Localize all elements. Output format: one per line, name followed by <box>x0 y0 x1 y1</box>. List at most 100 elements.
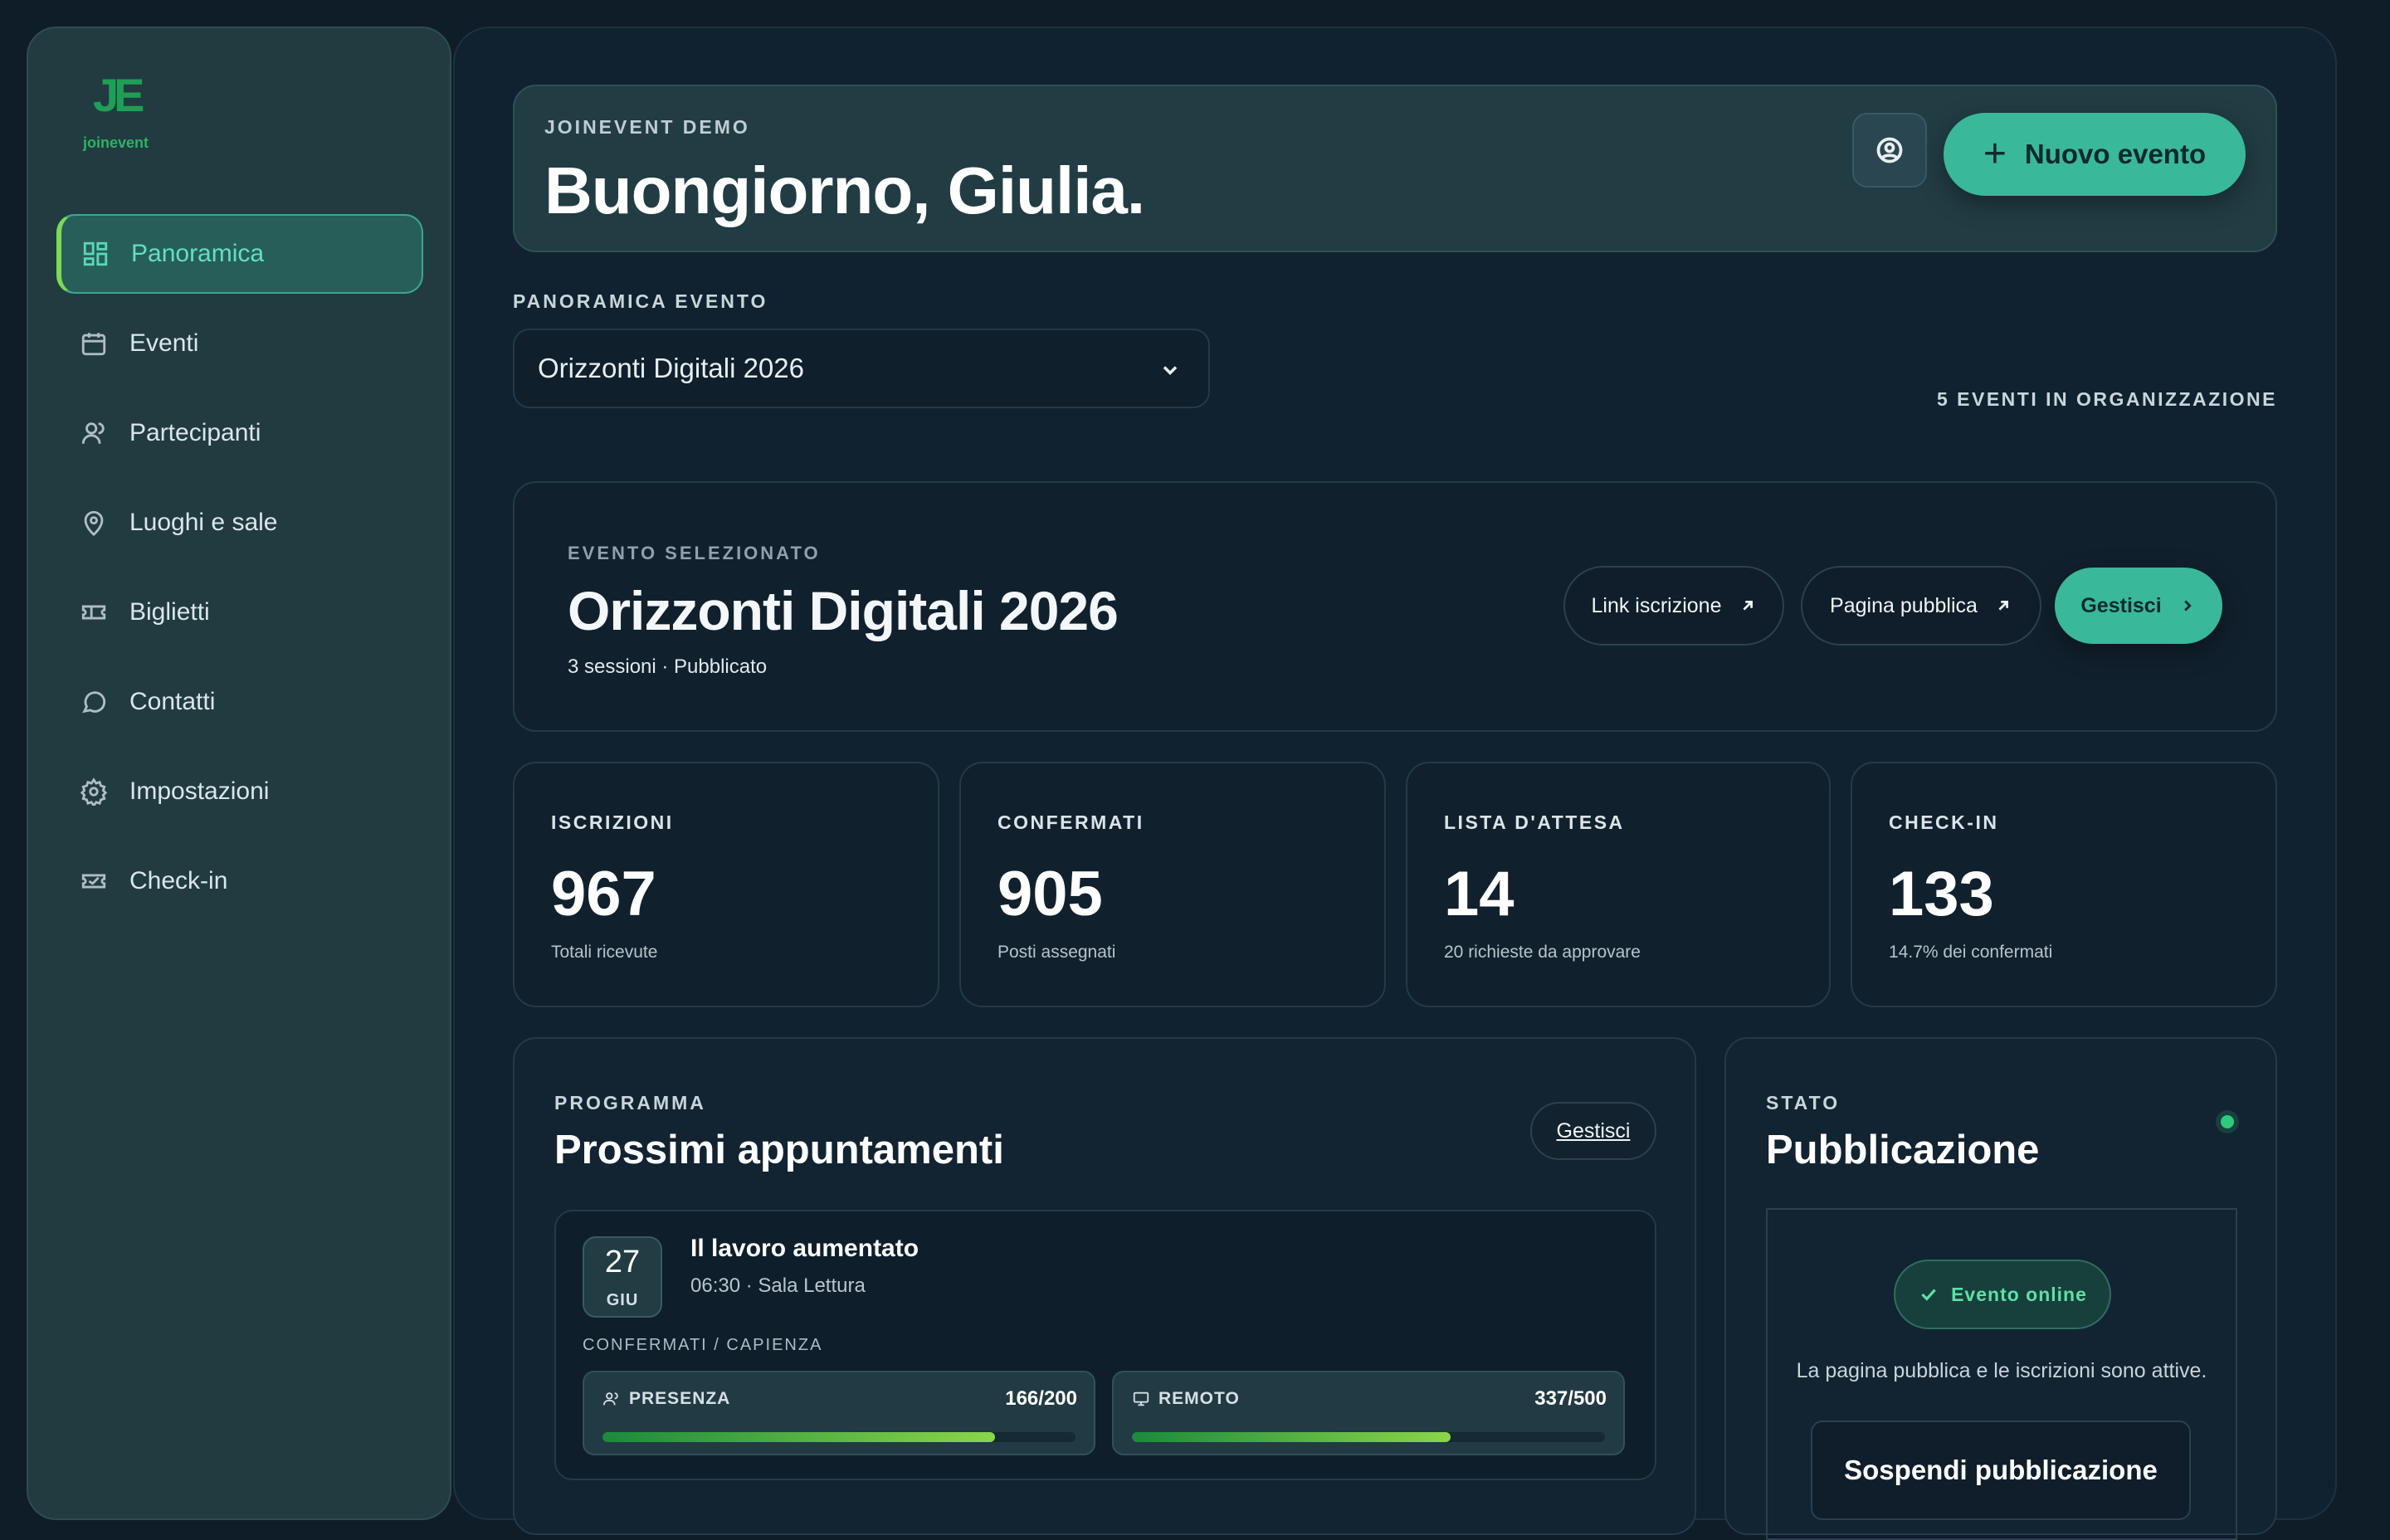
presence-label-wrap: PRESENZA <box>602 1389 730 1409</box>
stat-sub: Totali ricevute <box>551 943 658 962</box>
stat-card-lista-attesa: LISTA D'ATTESA 14 20 richieste da approv… <box>1406 762 1831 1007</box>
remote-label: REMOTO <box>1158 1389 1240 1408</box>
arrow-up-right-icon <box>1998 601 2008 611</box>
profile-button[interactable] <box>1852 113 1927 188</box>
program-manage-link[interactable]: Gestisci <box>1530 1102 1656 1160</box>
sidebar-item-label: Biglietti <box>129 598 210 626</box>
event-select[interactable]: Orizzonti Digitali 2026 <box>513 329 1210 408</box>
stat-sub: 14.7% dei confermati <box>1889 943 2053 962</box>
stat-card-iscrizioni: ISCRIZIONI 967 Totali ricevute <box>513 762 939 1007</box>
user-circle-icon <box>1876 137 1903 163</box>
gear-icon <box>80 777 108 806</box>
stat-sub: Posti assegnati <box>997 943 1116 962</box>
monitor-icon <box>1133 1391 1149 1406</box>
new-event-label: Nuovo evento <box>2024 139 2207 169</box>
remote-value: 337/500 <box>1534 1387 1607 1410</box>
presence-label: PRESENZA <box>629 1389 731 1408</box>
stat-sub: 20 richieste da approvare <box>1444 943 1641 962</box>
presence-value: 166/200 <box>1005 1387 1077 1410</box>
session-date: 27 GIU <box>583 1236 662 1318</box>
app-kicker: JOINEVENT DEMO <box>544 116 750 138</box>
stat-card-checkin: CHECK-IN 133 14.7% dei confermati <box>1851 762 2277 1007</box>
presence-progress-track <box>602 1432 1076 1442</box>
selected-event-card: EVENTO SELEZIONATO Orizzonti Digitali 20… <box>513 481 2277 732</box>
session-day: 27 <box>604 1245 641 1279</box>
stat-value: 967 <box>551 859 656 929</box>
selected-kicker: EVENTO SELEZIONATO <box>568 543 821 563</box>
sidebar-item-label: Check-in <box>129 867 228 894</box>
sidebar-item-panoramica[interactable]: Panoramica <box>56 214 423 294</box>
publication-title: Pubblicazione <box>1766 1128 2040 1172</box>
ticket-check-icon <box>80 867 108 895</box>
stat-label: CHECK-IN <box>1889 811 1999 833</box>
new-event-button[interactable]: + Nuovo evento <box>1944 113 2246 196</box>
arrow-up-right-icon <box>1742 601 1753 611</box>
public-page-label: Pagina pubblica <box>1830 593 1978 617</box>
status-dot <box>2221 1115 2234 1128</box>
stat-value: 133 <box>1889 859 1994 929</box>
greeting-title: Buongiorno, Giulia. <box>544 154 1145 227</box>
events-count: 5 EVENTI IN ORGANIZZAZIONE <box>1936 388 2277 410</box>
session-title: Il lavoro aumentato <box>690 1235 919 1262</box>
sidebar-item-label: Impostazioni <box>129 777 270 805</box>
program-title: Prossimi appuntamenti <box>554 1128 1004 1172</box>
sidebar-item-partecipanti[interactable]: Partecipanti <box>56 393 423 473</box>
program-card: PROGRAMMA Prossimi appuntamenti Gestisci… <box>513 1037 1696 1535</box>
publication-card: STATO Pubblicazione Evento online La pag… <box>1724 1037 2277 1540</box>
logo-mark: JE <box>93 69 144 121</box>
selected-event-meta: 3 sessioni · Pubblicato <box>568 655 768 678</box>
session-item[interactable]: 27 GIU Il lavoro aumentato 06:30 · Sala … <box>554 1210 1656 1480</box>
sidebar-item-contatti[interactable]: Contatti <box>56 662 423 742</box>
capacity-label: CONFERMATI / CAPIENZA <box>583 1336 823 1354</box>
remote-progress-track <box>1132 1432 1605 1442</box>
stat-value: 14 <box>1444 859 1514 929</box>
sidebar-item-impostazioni[interactable]: Impostazioni <box>56 752 423 831</box>
session-month: GIU <box>606 1291 639 1309</box>
sidebar-item-biglietti[interactable]: Biglietti <box>56 573 423 652</box>
ticket-icon <box>80 598 108 626</box>
sidebar-item-label: Eventi <box>129 329 199 357</box>
sidebar-item-label: Contatti <box>129 688 216 715</box>
event-select-value: Orizzonti Digitali 2026 <box>538 353 804 383</box>
sidebar-item-luoghi[interactable]: Luoghi e sale <box>56 483 423 563</box>
status-badge-label: Evento online <box>1951 1283 2087 1305</box>
status-badge: Evento online <box>1894 1260 2111 1329</box>
presence-capacity: PRESENZA 166/200 <box>583 1371 1095 1455</box>
calendar-icon <box>80 329 108 358</box>
sidebar-item-checkin[interactable]: Check-in <box>56 841 423 921</box>
session-meta: 06:30 · Sala Lettura <box>690 1274 866 1297</box>
chat-bubble-icon <box>80 688 108 716</box>
stat-label: CONFERMATI <box>997 811 1144 833</box>
map-pin-icon <box>80 509 108 537</box>
chevron-right-icon <box>2183 600 2192 612</box>
stat-label: LISTA D'ATTESA <box>1444 811 1625 833</box>
stat-label: ISCRIZIONI <box>551 811 674 833</box>
chevron-down-icon <box>1158 357 1182 380</box>
registration-link-button[interactable]: Link iscrizione <box>1563 566 1784 646</box>
remote-progress-fill <box>1132 1432 1451 1442</box>
sidebar: JE joinevent Panoramica Eventi Partecipa… <box>27 27 451 1520</box>
publication-info: La pagina pubblica e le iscrizioni sono … <box>1796 1359 2207 1382</box>
plus-icon: + <box>1983 132 2007 176</box>
sidebar-item-label: Luoghi e sale <box>129 509 278 536</box>
publication-box: Evento online La pagina pubblica e le is… <box>1766 1208 2237 1540</box>
stat-card-confermati: CONFERMATI 905 Posti assegnati <box>959 762 1386 1007</box>
logo-word: joinevent <box>83 134 149 151</box>
user-icon <box>80 419 108 447</box>
suspend-publication-button[interactable]: Sospendi pubblicazione <box>1811 1421 2191 1520</box>
sidebar-item-label: Panoramica <box>131 240 265 267</box>
joinevent-logo[interactable]: JE joinevent <box>68 68 176 151</box>
dashboard-icon <box>81 240 110 268</box>
sidebar-item-eventi[interactable]: Eventi <box>56 304 423 383</box>
program-kicker: PROGRAMMA <box>554 1092 706 1114</box>
selected-event-title: Orizzonti Digitali 2026 <box>568 580 1119 641</box>
remote-label-wrap: REMOTO <box>1132 1389 1240 1409</box>
sidebar-item-label: Partecipanti <box>129 419 261 446</box>
public-page-button[interactable]: Pagina pubblica <box>1801 566 2041 646</box>
stat-value: 905 <box>997 859 1103 929</box>
overview-label: PANORAMICA EVENTO <box>513 290 768 312</box>
registration-link-label: Link iscrizione <box>1591 593 1722 617</box>
remote-capacity: REMOTO 337/500 <box>1112 1371 1625 1455</box>
check-icon <box>1921 1289 1936 1301</box>
manage-event-button[interactable]: Gestisci <box>2055 568 2222 644</box>
